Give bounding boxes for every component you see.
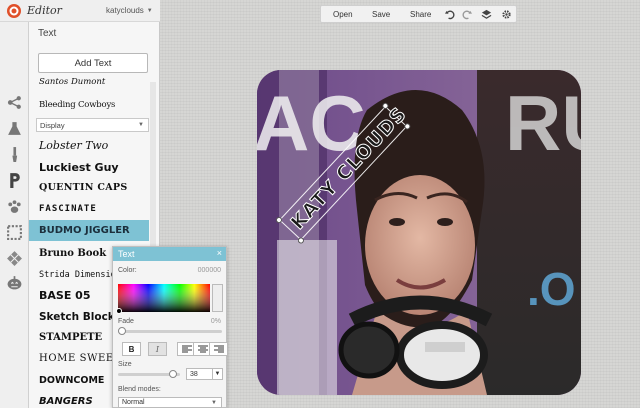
close-icon[interactable]: ×	[217, 248, 222, 258]
diamond-grid-icon	[7, 251, 22, 266]
app-title: Editor	[27, 4, 62, 17]
tool-touchup-icon[interactable]	[4, 118, 25, 139]
align-left-icon	[181, 345, 192, 353]
open-button[interactable]: Open	[333, 10, 353, 19]
bg-sign-bottom: .O	[527, 263, 576, 315]
redo-icon[interactable]	[462, 9, 473, 20]
color-label: Color:	[118, 267, 137, 274]
fade-slider-knob[interactable]	[118, 327, 126, 335]
panel-title: Text	[38, 28, 57, 39]
font-item[interactable]: Santos Dumont	[29, 74, 149, 90]
tool-stickers-icon[interactable]	[4, 196, 25, 217]
chevron-down-icon: ▼	[211, 400, 217, 406]
chevron-down-icon: ▼	[146, 7, 153, 14]
blend-mode-select[interactable]: Normal ▼	[118, 397, 222, 408]
tool-effects-icon[interactable]	[4, 92, 25, 113]
photo-canvas[interactable]: AC RU .O KATY CLOUDS	[257, 70, 581, 395]
size-label: Size	[118, 361, 132, 368]
size-slider-knob[interactable]	[169, 370, 177, 378]
save-button[interactable]: Save	[372, 10, 390, 19]
color-picker-cursor[interactable]	[116, 308, 122, 314]
chevron-down-icon: ▼	[212, 369, 222, 379]
font-item[interactable]: Bleeding Cowboys	[29, 97, 149, 113]
fade-value: 0%	[210, 318, 221, 325]
gear-icon[interactable]	[501, 9, 512, 20]
brightness-strip[interactable]	[212, 284, 223, 312]
tool-textures-icon[interactable]	[4, 248, 25, 269]
bg-sign-right: RU	[505, 79, 581, 167]
text-properties-popup: Text × Color: 000000 Fade 0% B I Size 38…	[112, 246, 228, 408]
size-value: 38	[190, 370, 198, 378]
align-center-icon	[197, 345, 208, 353]
align-right-icon	[213, 345, 224, 353]
fade-label: Fade	[118, 318, 134, 325]
undo-icon[interactable]	[444, 9, 455, 20]
tool-brush-icon[interactable]	[4, 144, 25, 165]
tool-themes-icon[interactable]	[4, 272, 25, 293]
share-button[interactable]: Share	[410, 10, 431, 19]
layers-icon[interactable]	[481, 9, 492, 20]
blend-mode-label: Blend modes:	[118, 386, 161, 393]
app-header: Editor katyclouds ▼	[0, 0, 160, 22]
color-picker[interactable]	[118, 284, 210, 312]
align-right-button[interactable]	[209, 342, 228, 356]
paw-icon	[8, 200, 21, 213]
tool-rail	[0, 0, 29, 408]
font-item[interactable]: Fascinate	[29, 199, 149, 218]
italic-button[interactable]: I	[148, 342, 167, 356]
brush-icon	[12, 147, 18, 162]
popup-title: Text	[118, 249, 135, 259]
font-item[interactable]: Luckiest Guy	[29, 158, 149, 177]
font-item[interactable]: Lobster Two	[29, 136, 149, 155]
font-item[interactable]: Quentin Caps	[29, 178, 149, 197]
size-select[interactable]: 38 ▼	[186, 368, 223, 380]
top-toolbar: Open Save Share	[320, 5, 517, 23]
chevron-down-icon: ▼	[138, 122, 144, 128]
app-logo-icon[interactable]	[6, 3, 22, 19]
color-hex-value[interactable]: 000000	[198, 267, 221, 274]
tool-frames-icon[interactable]	[4, 222, 25, 243]
username: katyclouds	[106, 6, 144, 15]
popup-header[interactable]: Text ×	[113, 247, 226, 261]
font-item-selected[interactable]: Budmo Jiggler	[29, 220, 149, 241]
category-value: Display	[40, 120, 65, 130]
network-icon	[7, 96, 21, 109]
tool-text-icon[interactable]	[4, 170, 25, 191]
user-menu[interactable]: katyclouds ▼	[106, 6, 153, 15]
pumpkin-icon	[7, 276, 22, 290]
blend-mode-value: Normal	[122, 399, 145, 406]
add-text-button[interactable]: Add Text	[38, 53, 148, 73]
flask-icon	[8, 122, 21, 135]
bold-button[interactable]: B	[122, 342, 141, 356]
frame-icon	[7, 225, 22, 240]
fade-slider[interactable]	[118, 330, 222, 333]
text-p-icon	[10, 173, 20, 188]
font-category-select[interactable]: Display ▼	[36, 118, 149, 132]
